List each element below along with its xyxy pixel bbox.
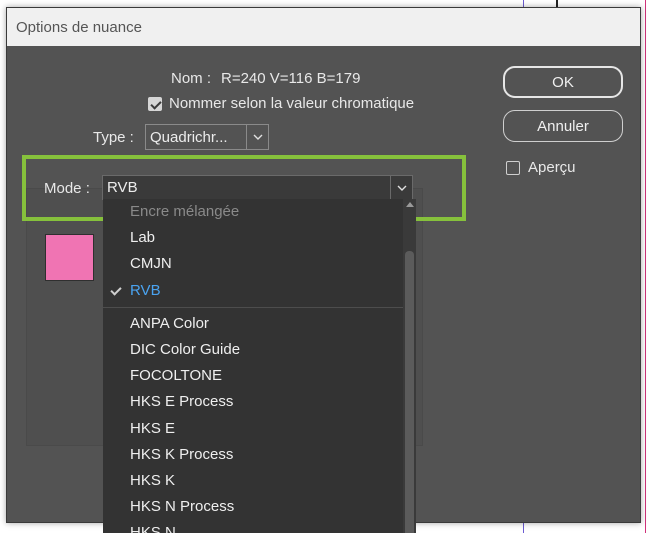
type-select[interactable]: Quadrichr... xyxy=(145,124,269,150)
menu-separator xyxy=(103,306,416,308)
cancel-button-label: Annuler xyxy=(537,117,589,135)
preview-label: Aperçu xyxy=(528,159,576,176)
ok-button-label: OK xyxy=(552,73,574,91)
name-label: Nom : xyxy=(171,70,212,87)
type-select-value: Quadrichr... xyxy=(150,128,228,146)
mode-option-cmjn[interactable]: CMJN xyxy=(103,251,416,277)
mode-option-hks-n[interactable]: HKS N xyxy=(103,520,416,533)
checkmark-icon xyxy=(110,283,122,296)
mode-option-hks-k[interactable]: HKS K xyxy=(103,468,416,494)
mode-option-hks-e[interactable]: HKS E xyxy=(103,416,416,442)
ok-button[interactable]: OK xyxy=(503,66,623,98)
mode-option-anpa-color[interactable]: ANPA Color xyxy=(103,311,416,337)
mode-option-hks-n-process[interactable]: HKS N Process xyxy=(103,494,416,520)
type-label: Type : xyxy=(93,129,134,146)
color-swatch-preview xyxy=(45,234,94,281)
dialog-title: Options de nuance xyxy=(16,18,142,36)
dropdown-scrollbar[interactable] xyxy=(403,199,416,533)
mode-option-encre-melangee: Encre mélangée xyxy=(130,203,240,220)
mode-option-lab[interactable]: Lab xyxy=(103,225,416,251)
mode-option-dic-color-guide[interactable]: DIC Color Guide xyxy=(103,337,416,363)
name-by-value-label: Nommer selon la valeur chromatique xyxy=(169,95,415,112)
swatch-options-dialog: Options de nuance Nom : R=240 V=116 B=17… xyxy=(6,7,641,533)
name-value: R=240 V=116 B=179 xyxy=(221,70,361,87)
cancel-button[interactable]: Annuler xyxy=(503,110,623,142)
preview-checkbox[interactable] xyxy=(506,161,520,175)
scroll-up-arrow-icon[interactable] xyxy=(406,202,414,207)
mode-option-rvb[interactable]: RVB xyxy=(103,278,416,304)
dialog-titlebar[interactable]: Options de nuance xyxy=(7,8,640,46)
chevron-down-icon xyxy=(246,125,268,149)
mode-option-hks-e-process[interactable]: HKS E Process xyxy=(103,389,416,415)
scrollbar-thumb[interactable] xyxy=(405,251,414,533)
mode-dropdown-menu: Encre mélangée Lab CMJN RVB ANPA Color D… xyxy=(103,199,416,533)
mode-option-hks-k-process[interactable]: HKS K Process xyxy=(103,442,416,468)
mode-option-focoltone[interactable]: FOCOLTONE xyxy=(103,363,416,389)
name-by-value-checkbox[interactable] xyxy=(148,97,162,111)
background-guide-line xyxy=(645,0,646,533)
